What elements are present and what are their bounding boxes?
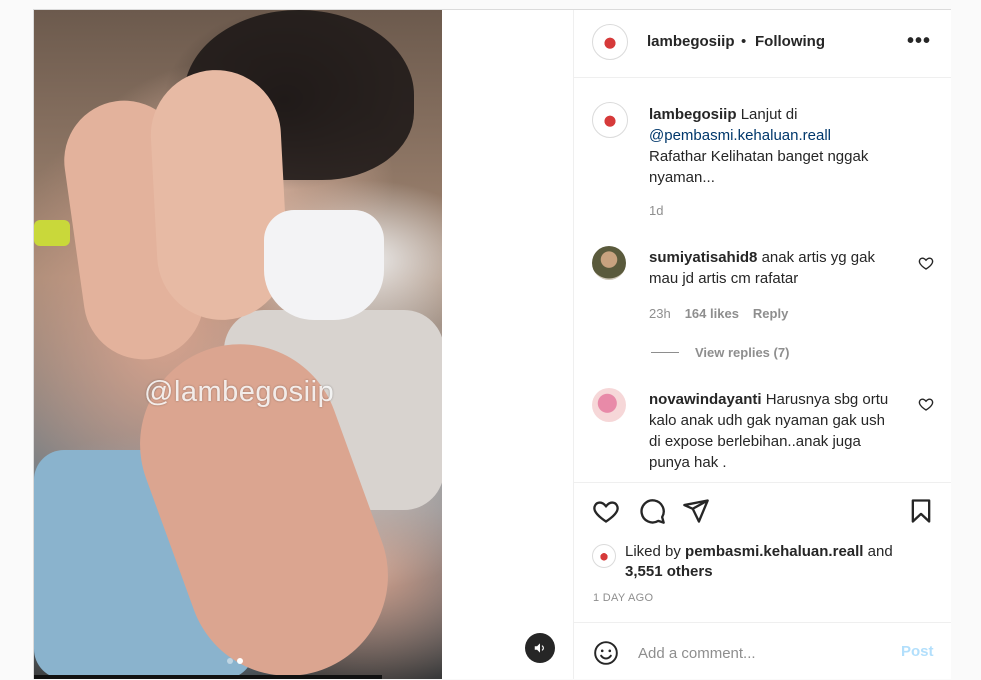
- carousel-dot[interactable]: [227, 658, 233, 664]
- comment-avatar[interactable]: [592, 246, 626, 280]
- author-username[interactable]: lambegosiip: [647, 33, 735, 50]
- video-watch: [34, 220, 70, 246]
- page-scroll-area: [963, 0, 981, 678]
- caption-mention-link[interactable]: @pembasmi.kehaluan.reall: [649, 127, 831, 144]
- post-comment-button[interactable]: Post: [901, 643, 934, 660]
- view-replies-button[interactable]: View replies (7): [651, 345, 789, 360]
- profile-logo-icon: [598, 30, 622, 54]
- comment-text: novawindayanti Harusnya sbg ortu kalo an…: [649, 389, 899, 473]
- caption-text: lambegosiip Lanjut di @pembasmi.kehaluan…: [649, 104, 899, 188]
- add-comment-bar: Post: [574, 622, 951, 680]
- author-avatar[interactable]: [592, 24, 628, 60]
- caption-prefix: Lanjut di: [740, 106, 798, 123]
- comment-input[interactable]: [636, 641, 890, 665]
- view-replies-label: View replies (7): [695, 345, 790, 360]
- caption-username[interactable]: lambegosiip: [649, 106, 737, 123]
- caption-body: Rafathar Kelihatan banget nggak nyaman..…: [649, 148, 869, 186]
- post-timestamp[interactable]: 1 DAY AGO: [593, 592, 653, 604]
- video-progress-bar: [34, 675, 382, 679]
- reply-button[interactable]: Reply: [753, 306, 788, 321]
- carousel-dot-active[interactable]: [237, 658, 243, 664]
- post-actions: [574, 482, 951, 549]
- post-modal: @lambegosiip lambegosiip • Following •••…: [33, 9, 951, 679]
- comments-section[interactable]: lambegosiip Lanjut di @pembasmi.kehaluan…: [574, 78, 951, 482]
- post-side-panel: lambegosiip • Following ••• lambegosiip …: [573, 10, 951, 679]
- carousel-dots: [227, 658, 243, 664]
- following-button[interactable]: Following: [755, 33, 825, 50]
- media-watermark: @lambegosiip: [144, 376, 335, 408]
- speaker-icon: [534, 643, 544, 653]
- comment-bubble-icon[interactable]: [638, 497, 666, 525]
- profile-logo-icon: [596, 548, 612, 564]
- comment-username[interactable]: sumiyatisahid8: [649, 249, 757, 266]
- post-header: lambegosiip • Following •••: [574, 10, 951, 78]
- sound-toggle-button[interactable]: [525, 633, 555, 663]
- profile-logo-icon: [598, 108, 622, 132]
- comment-username[interactable]: novawindayanti: [649, 391, 762, 408]
- comment-likes[interactable]: 164 likes: [685, 306, 739, 321]
- liker-username[interactable]: pembasmi.kehaluan.reall: [685, 543, 863, 560]
- save-bookmark-icon[interactable]: [907, 497, 935, 525]
- replies-divider: [651, 352, 679, 353]
- video-face-mask: [264, 210, 384, 320]
- emoji-icon[interactable]: [593, 640, 619, 666]
- comment-time[interactable]: 23h: [649, 306, 671, 321]
- comment-meta: 23h 164 likes Reply: [649, 306, 788, 321]
- liker-avatar[interactable]: [592, 544, 616, 568]
- likes-conjunction: and: [867, 543, 893, 560]
- share-send-icon[interactable]: [682, 497, 710, 525]
- likes-count[interactable]: 3,551 others: [625, 563, 713, 580]
- likes-text: Liked by pembasmi.kehaluan.reall and 3,5…: [625, 542, 935, 582]
- liked-by-label: Liked by: [625, 543, 681, 560]
- caption-avatar[interactable]: [592, 102, 628, 138]
- header-separator: •: [741, 33, 747, 50]
- comment-text: sumiyatisahid8 anak artis yg gak mau jd …: [649, 247, 899, 289]
- comment-avatar[interactable]: [592, 388, 626, 422]
- comment-like-icon[interactable]: [918, 396, 934, 412]
- more-options-icon[interactable]: •••: [907, 30, 931, 53]
- like-heart-icon[interactable]: [592, 497, 620, 525]
- comment-like-icon[interactable]: [918, 255, 934, 271]
- post-media[interactable]: @lambegosiip: [34, 10, 442, 679]
- caption-time[interactable]: 1d: [649, 203, 663, 218]
